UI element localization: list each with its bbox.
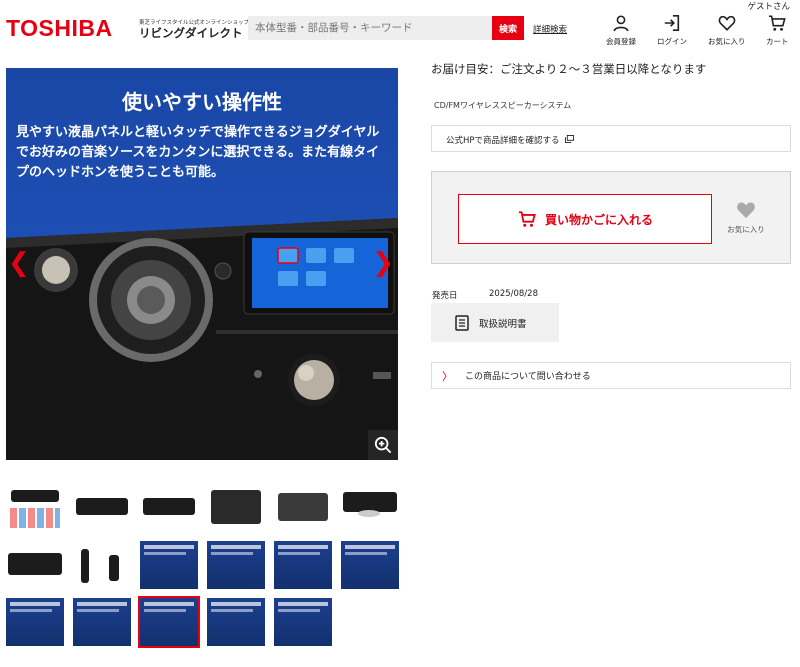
product-type: CD/FMワイヤレススピーカーシステム (434, 101, 572, 110)
thumbnail[interactable] (207, 541, 265, 589)
thumbnail[interactable] (274, 598, 332, 646)
document-icon (455, 314, 469, 331)
nav-login-label: ログイン (657, 37, 687, 46)
thumbnail[interactable] (6, 598, 64, 646)
delivery-estimate: お届け目安：ご注文より２〜３営業日以降となります (431, 62, 707, 76)
shop-name[interactable]: リビングダイレクト (139, 25, 243, 41)
search-input[interactable] (248, 16, 492, 40)
chevron-right-icon: 〉 (442, 369, 453, 383)
thumbnail-gallery (6, 484, 399, 648)
next-image-arrow[interactable]: ❯ (372, 248, 394, 278)
thumbnail[interactable] (73, 541, 131, 589)
nav-login[interactable]: ログイン (657, 14, 687, 47)
favorite-button[interactable]: お気に入り (722, 200, 770, 235)
thumbnail[interactable] (207, 484, 265, 532)
thumbnail[interactable] (140, 484, 198, 532)
toshiba-logo[interactable]: TOSHIBA (6, 15, 113, 42)
search-button[interactable]: 検索 (492, 16, 524, 40)
release-date-label: 発売日 (432, 291, 458, 301)
external-window-icon (565, 135, 575, 143)
nav-favorites[interactable]: お気に入り (708, 14, 746, 47)
add-to-cart-button[interactable]: 買い物かごに入れる (458, 194, 712, 244)
release-date-value: 2025/08/28 (489, 289, 538, 299)
add-to-cart-label: 買い物かごに入れる (544, 212, 653, 227)
person-icon (613, 15, 629, 32)
thumbnail[interactable] (341, 484, 399, 532)
product-inquiry-link[interactable]: 〉 この商品について問い合わせる (431, 362, 791, 389)
heart-icon (718, 15, 736, 31)
manual-label: 取扱説明書 (479, 318, 527, 330)
cart-icon (769, 15, 786, 31)
thumbnail[interactable] (341, 541, 399, 589)
nav-cart-label: カート (766, 37, 789, 46)
login-icon (664, 14, 680, 32)
advanced-search-link[interactable]: 詳細検索 (533, 23, 567, 35)
zoom-in-icon (374, 436, 392, 454)
purchase-panel: 買い物かごに入れる お気に入り (431, 171, 791, 264)
thumbnail[interactable] (207, 598, 265, 646)
nav-register-label: 会員登録 (606, 37, 636, 46)
thumbnail[interactable] (73, 484, 131, 532)
thumbnail[interactable] (274, 541, 332, 589)
speaker-unit-illustration (6, 218, 398, 460)
nav-favorites-label: お気に入り (708, 37, 746, 46)
thumbnail[interactable] (6, 541, 64, 589)
previous-image-arrow[interactable]: ❮ (8, 248, 30, 278)
official-hp-label: 公式HPで商品詳細を確認する (446, 136, 560, 146)
thumbnail[interactable] (6, 484, 64, 532)
heart-icon (737, 202, 755, 218)
inquiry-label: この商品について問い合わせる (465, 372, 591, 382)
zoom-button[interactable] (368, 430, 398, 460)
favorite-label: お気に入り (727, 225, 765, 234)
manual-button[interactable]: 取扱説明書 (431, 303, 559, 342)
thumbnail[interactable] (274, 484, 332, 532)
thumbnail-selected[interactable] (138, 596, 200, 648)
official-hp-link[interactable]: 公式HPで商品詳細を確認する (431, 125, 791, 152)
thumbnail[interactable] (140, 541, 198, 589)
cart-icon (518, 211, 536, 227)
nav-register[interactable]: 会員登録 (606, 14, 636, 47)
thumbnail[interactable] (73, 598, 131, 646)
nav-cart[interactable]: カート (766, 14, 789, 47)
guest-label: ゲストさん (747, 2, 790, 12)
main-product-image[interactable]: 使いやすい操作性 見やすい液晶パネルと軽いタッチで操作できるジョグダイヤルでお好… (6, 68, 398, 460)
